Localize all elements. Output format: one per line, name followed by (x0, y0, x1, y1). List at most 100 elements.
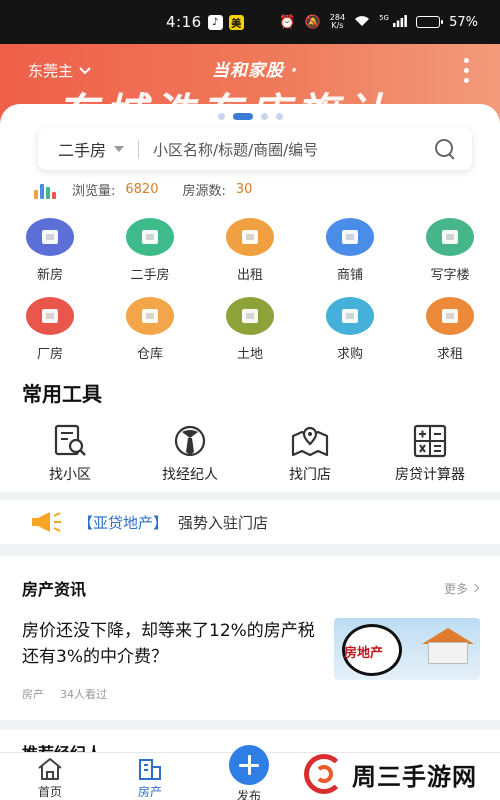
category-label: 商铺 (336, 268, 363, 283)
tab-label: 发布 (236, 789, 261, 800)
announcement-tag: 【亚贷地产】 (78, 513, 169, 532)
carousel-dot[interactable] (275, 113, 283, 120)
category-office[interactable]: 写字楼 (425, 218, 475, 283)
status-right: ⏰ 🔕 284 K/s 5G 57% (279, 14, 478, 30)
plus-icon[interactable] (229, 745, 269, 785)
news-section: 房产资讯 更多 房价还没下降，却等来了12%的房产税还有3%的中介费？ 房产 3… (0, 556, 500, 720)
category-warehouse[interactable]: 仓库 (125, 297, 175, 362)
category-row: 厂房 仓库 土地 求购 求租 (0, 297, 500, 362)
category-land[interactable]: 土地 (225, 297, 275, 362)
battery-icon (416, 16, 444, 28)
search-bar[interactable]: 二手房 小区名称/标题/商圈/编号 (38, 128, 472, 170)
megaphone-icon (32, 512, 61, 532)
net-speed: 284 K/s (330, 14, 345, 30)
tools-section-title: 常用工具 (22, 382, 102, 406)
listings-value: 30 (235, 182, 253, 197)
city-name: 东莞主 (28, 62, 74, 80)
mortgage-calculator-button[interactable]: 房贷计算器 (375, 424, 485, 484)
category-label: 仓库 (136, 347, 163, 362)
category-label: 出租 (236, 268, 263, 283)
search-input[interactable]: 小区名称/标题/商圈/编号 (153, 139, 434, 160)
banner-slogan: 当和家股 · (212, 61, 299, 81)
search-divider (138, 140, 140, 158)
carousel-indicator (0, 113, 500, 120)
tools-row: 找小区 找经纪人 找门店 房贷计算器 (0, 424, 500, 484)
chevron-down-icon (79, 66, 91, 74)
carousel-dot[interactable] (260, 113, 268, 120)
tool-label: 找小区 (49, 467, 91, 483)
carousel-dot[interactable] (232, 113, 253, 120)
house-icon (126, 218, 174, 256)
status-left: 4:16 ♪ 美 (166, 13, 244, 31)
category-label: 新房 (36, 268, 63, 283)
tab-home[interactable]: 首页 (20, 757, 80, 800)
city-selector[interactable]: 东莞主 (28, 60, 91, 81)
search-type-label: 二手房 (58, 141, 107, 160)
category-rent[interactable]: 出租 (225, 218, 275, 283)
category-label: 二手房 (130, 268, 170, 283)
carousel-dot[interactable] (217, 113, 225, 120)
tool-label: 房贷计算器 (395, 467, 465, 483)
category-label: 土地 (236, 347, 263, 362)
chevron-right-icon (470, 583, 480, 593)
find-store-button[interactable]: 找门店 (255, 424, 365, 484)
factory-icon (26, 297, 74, 335)
mute-icon: 🔕 (304, 14, 321, 30)
caret-down-icon (114, 146, 125, 152)
tab-label: 首页 (37, 785, 62, 799)
buy-request-icon (326, 297, 374, 335)
news-article-category: 房产 (22, 688, 44, 701)
category-factory[interactable]: 厂房 (25, 297, 75, 362)
battery-percent: 57% (449, 14, 478, 30)
category-rent-request[interactable]: 求租 (425, 297, 475, 362)
cellular-signal-icon: 5G (379, 13, 407, 30)
tab-post[interactable]: 发布 (219, 745, 279, 800)
building-tab-icon (139, 759, 161, 780)
net-speed-unit: K/s (331, 21, 344, 30)
tab-house[interactable]: 房产 (120, 757, 180, 800)
news-article-title[interactable]: 房价还没下降，却等来了12%的房产税还有3%的中介费？ (22, 618, 322, 670)
category-new-house[interactable]: 新房 (25, 218, 75, 283)
building-icon (26, 218, 74, 256)
wifi-icon (354, 15, 370, 30)
find-community-button[interactable]: 找小区 (15, 424, 125, 484)
category-buy-request[interactable]: 求购 (325, 297, 375, 362)
find-agent-button[interactable]: 找经纪人 (135, 424, 245, 484)
thumbnail-stamp-text: 房地产 (344, 646, 384, 661)
bar-chart-icon (34, 181, 56, 199)
shop-icon (326, 218, 374, 256)
category-grid: 新房 二手房 出租 商铺 写字楼 厂房 仓库 土地 求购 求租 (0, 218, 500, 376)
category-shop[interactable]: 商铺 (325, 218, 375, 283)
category-label: 求购 (336, 347, 363, 362)
news-more-link[interactable]: 更多 (443, 580, 480, 597)
category-label: 写字楼 (430, 268, 470, 283)
category-label: 求租 (436, 347, 463, 362)
tab-label: 房产 (137, 785, 162, 799)
home-icon (38, 758, 62, 780)
listings-label: 房源数: (182, 184, 226, 199)
news-article-meta: 房产 34人看过 (22, 686, 107, 702)
category-label: 厂房 (36, 347, 63, 362)
announcement-bar[interactable]: 【亚贷地产】 强势入驻门店 (0, 500, 500, 544)
category-second-hand[interactable]: 二手房 (125, 218, 175, 283)
category-row: 新房 二手房 出租 商铺 写字楼 (0, 218, 500, 283)
find-agent-icon (174, 425, 206, 457)
search-type-dropdown[interactable]: 二手房 (58, 137, 125, 161)
search-icon[interactable] (434, 138, 456, 160)
rent-icon (226, 218, 274, 256)
alarm-icon: ⏰ (279, 14, 296, 30)
news-section-title: 房产资讯 (22, 580, 87, 599)
views-value: 6820 (125, 182, 159, 197)
warehouse-icon (126, 297, 174, 335)
news-article-views: 34人看过 (60, 688, 107, 701)
signal-tag: 5G (379, 13, 389, 22)
views-label: 浏览量: (72, 184, 116, 199)
more-label: 更多 (443, 581, 468, 596)
find-community-icon (54, 424, 86, 456)
tool-label: 找经纪人 (162, 467, 218, 483)
news-article-thumbnail[interactable]: 房地产 (334, 618, 480, 680)
thumbnail-house (428, 642, 468, 664)
more-options-icon[interactable] (464, 58, 470, 83)
app-notification-icon: 美 (228, 14, 244, 30)
status-bar: 4:16 ♪ 美 ⏰ 🔕 284 K/s 5G 57% (0, 0, 500, 44)
